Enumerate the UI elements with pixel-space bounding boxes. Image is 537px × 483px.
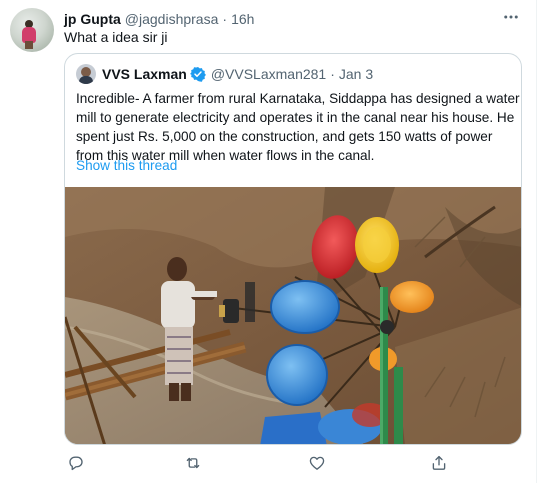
quoted-tweet-text: Incredible- A farmer from rural Karnatak… [76,89,520,165]
quoted-separator-dot: · [330,66,335,82]
tweet[interactable]: jp Gupta @jagdishprasa · 16h What a idea… [0,0,537,483]
share-icon [432,455,446,470]
quoted-display-name: VVS Laxman [102,66,187,82]
quoted-user-handle: @VVSLaxman281 [210,66,327,82]
heart-icon [309,456,325,470]
retweet-icon [186,457,200,469]
separator-dot: · [222,11,228,27]
tweet-text: What a idea sir ji [64,29,168,45]
quoted-tweet-header: VVS Laxman @VVSLaxman281 · Jan 3 [76,64,373,84]
timestamp[interactable]: 16h [231,11,254,27]
reply-button[interactable] [64,451,88,475]
show-thread-link[interactable]: Show this thread [76,158,177,173]
quoted-text-line: Incredible- A farmer from rural Karnatak… [76,91,520,106]
avatar[interactable] [10,8,54,52]
quoted-text-line: spent just Rs. 5,000 on the construction… [76,129,493,144]
like-button[interactable] [305,451,329,475]
retweet-button[interactable] [181,451,205,475]
quoted-avatar [76,64,96,84]
user-handle[interactable]: @jagdishprasa [125,11,219,27]
quoted-timestamp: Jan 3 [338,66,374,82]
tweet-header: jp Gupta @jagdishprasa · 16h [64,10,254,28]
display-name[interactable]: jp Gupta [64,11,121,27]
more-horizontal-icon [504,15,518,19]
quoted-text-line: mill to generate electricity and operate… [76,110,515,125]
tweet-actions [64,451,454,475]
water-mill-photo [65,187,521,444]
quoted-media-photo[interactable] [65,187,521,444]
share-button[interactable] [427,451,451,475]
quoted-tweet[interactable]: VVS Laxman @VVSLaxman281 · Jan 3 Incredi… [64,53,522,445]
avatar-figure-legs [25,41,33,49]
reply-icon [69,456,83,471]
more-options-button[interactable] [500,8,522,26]
verified-badge-icon [189,67,206,82]
